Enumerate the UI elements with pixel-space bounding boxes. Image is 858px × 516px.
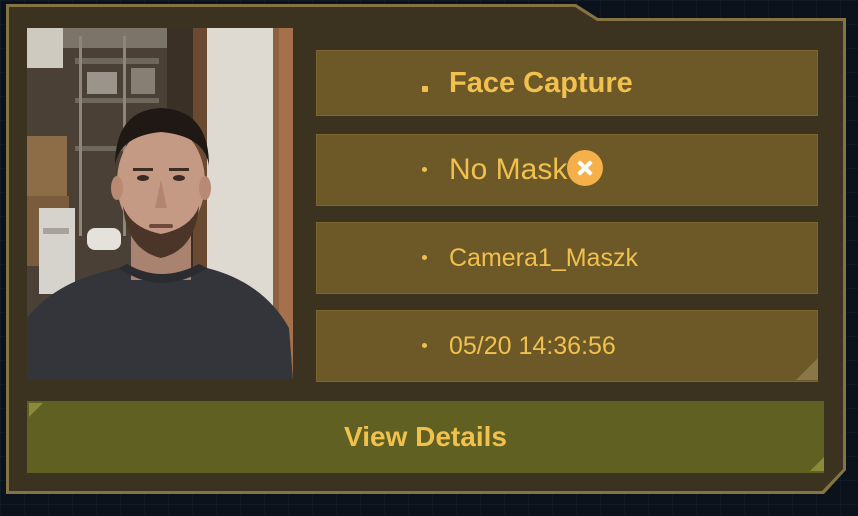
bullet-marker: [422, 343, 427, 348]
corner-accent: [796, 358, 818, 380]
face-snapshot[interactable]: [27, 28, 293, 380]
bullet-marker: [422, 255, 427, 260]
mask-status-line: No Mask: [449, 134, 604, 206]
bullet-marker: [422, 86, 428, 92]
face-snapshot-image: [27, 28, 293, 380]
info-row-timestamp: 05/20 14:36:56: [316, 310, 818, 382]
camera-name: Camera1_Maszk: [449, 244, 638, 272]
info-row-title: Face Capture: [316, 50, 818, 116]
corner-accent: [29, 403, 43, 417]
bullet-marker: [422, 167, 427, 172]
view-details-button[interactable]: View Details: [27, 401, 824, 473]
capture-title: Face Capture: [449, 67, 633, 99]
capture-timestamp: 05/20 14:36:56: [449, 332, 616, 360]
corner-accent: [810, 457, 824, 471]
mask-status-text: No Mask: [449, 153, 568, 186]
info-row-mask-status: No Mask: [316, 134, 818, 206]
close-circle-icon: [567, 150, 604, 187]
info-row-camera: Camera1_Maszk: [316, 222, 818, 294]
